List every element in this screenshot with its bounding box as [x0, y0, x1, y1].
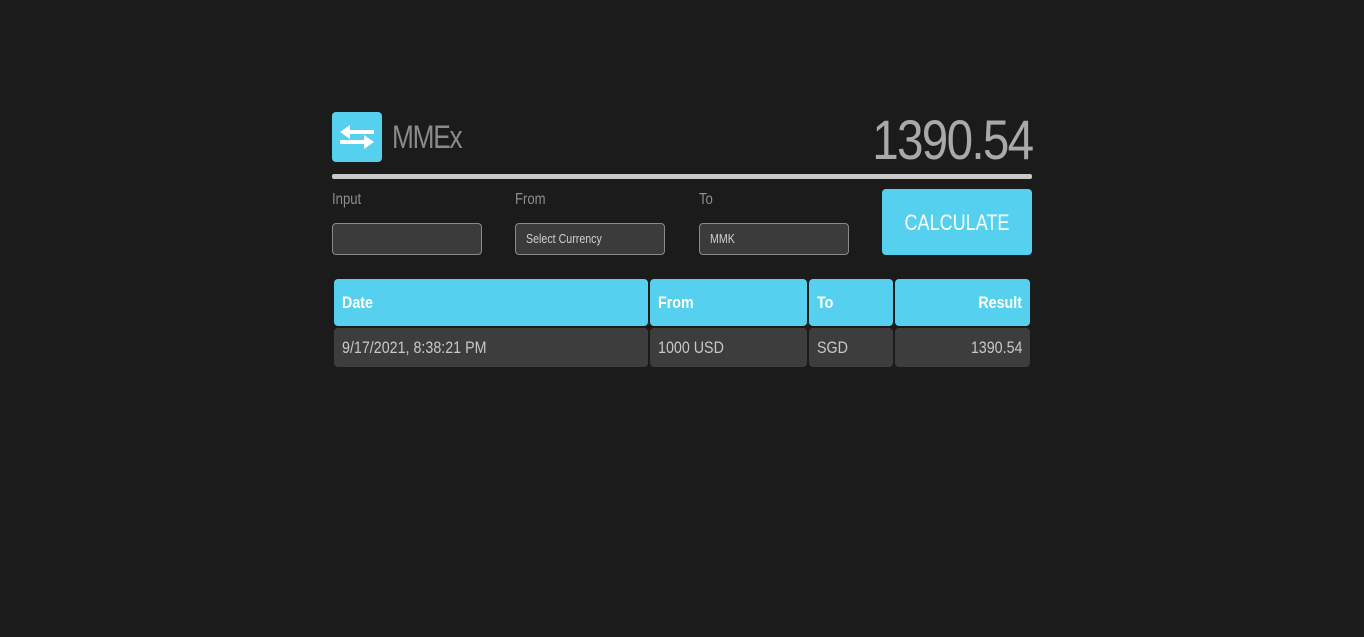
from-label: From [515, 191, 546, 208]
calculate-button[interactable]: CALCULATE [882, 189, 1032, 255]
conversion-form: Input From Select Currency To MMK CALCUL… [332, 189, 1032, 265]
from-currency-select[interactable]: Select Currency [515, 223, 665, 255]
header: MMEx 1390.54 [332, 108, 1034, 171]
cell-to: SGD [809, 328, 893, 367]
calculate-button-label: CALCULATE [904, 210, 1010, 235]
to-currency-select[interactable]: MMK [699, 223, 849, 255]
cell-from: 1000 USD [650, 328, 807, 367]
column-header-to: To [809, 279, 893, 326]
converter-app: MMEx 1390.54 Input From Select Currency … [332, 108, 1034, 369]
cell-result: 1390.54 [895, 328, 1030, 367]
to-label: To [699, 191, 713, 208]
header-divider [332, 174, 1032, 179]
swap-arrows-icon [340, 125, 374, 149]
brand: MMEx [332, 112, 477, 162]
history-table: Date From To Result 9/17/2021, 8:38:21 P… [332, 277, 1032, 369]
result-display: 1390.54 [871, 108, 1034, 171]
column-header-result: Result [895, 279, 1030, 326]
amount-input[interactable] [332, 223, 482, 255]
table-row: 9/17/2021, 8:38:21 PM 1000 USD SGD 1390.… [334, 328, 1030, 367]
history-header-row: Date From To Result [334, 279, 1030, 326]
cell-date: 9/17/2021, 8:38:21 PM [334, 328, 648, 367]
to-currency-value: MMK [710, 231, 735, 246]
logo [332, 112, 382, 162]
input-field-group: Input [332, 189, 482, 255]
input-label: Input [332, 191, 362, 208]
app-title: MMEx [392, 118, 463, 155]
from-field-group: From Select Currency [515, 189, 665, 255]
column-header-from: From [650, 279, 807, 326]
column-header-date: Date [334, 279, 648, 326]
from-currency-value: Select Currency [526, 231, 602, 246]
to-field-group: To MMK [699, 189, 849, 255]
